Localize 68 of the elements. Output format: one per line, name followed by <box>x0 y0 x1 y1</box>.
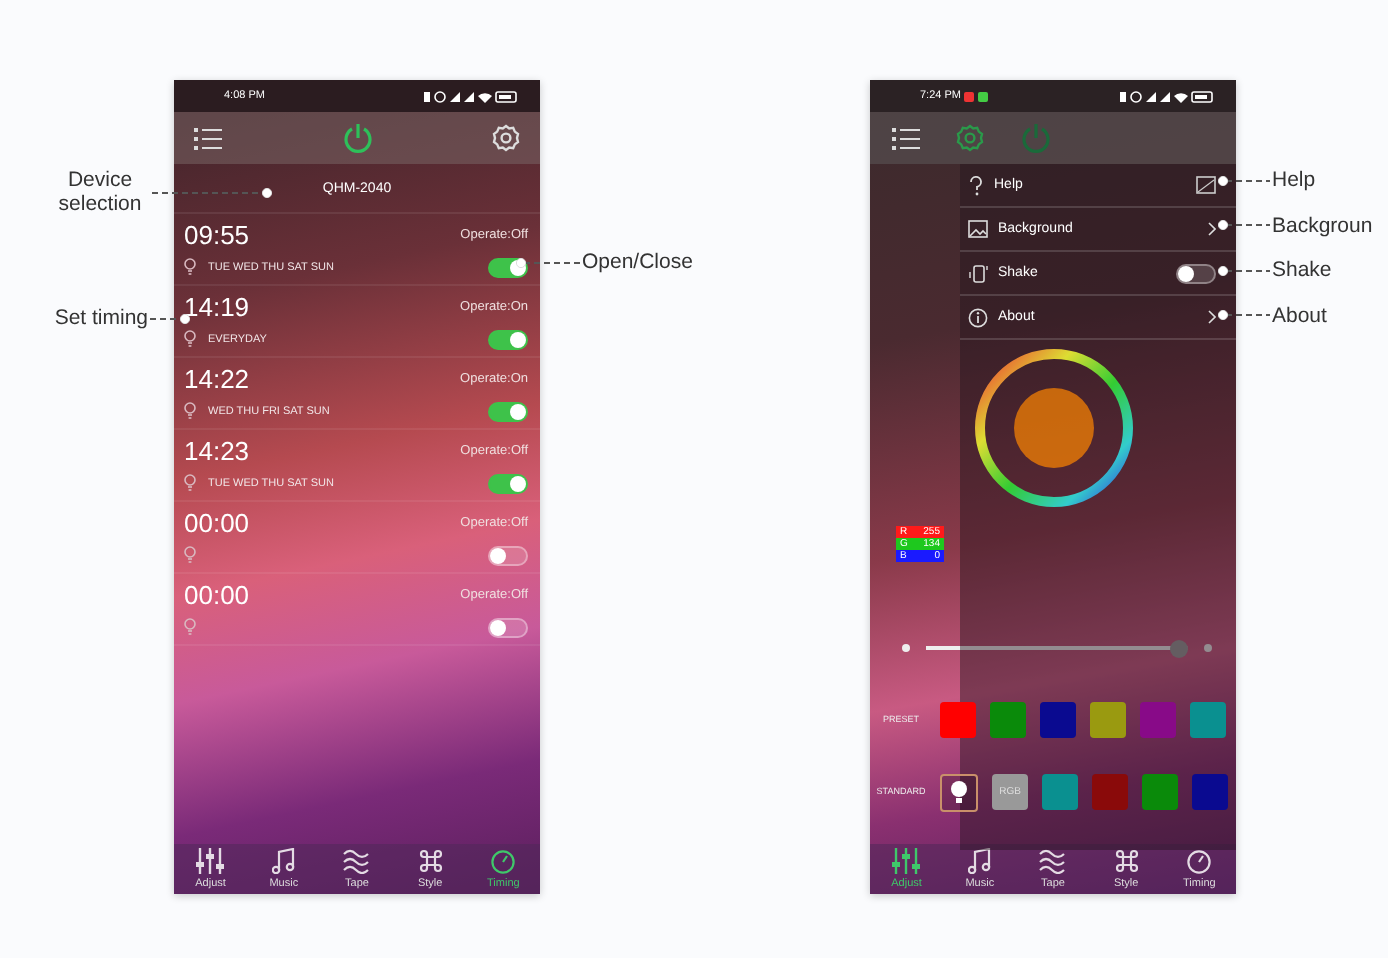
music-note-icon[interactable] <box>271 848 296 874</box>
timer-icon[interactable] <box>490 848 517 874</box>
sliders-icon[interactable] <box>892 848 921 874</box>
picture-icon <box>1196 176 1216 194</box>
color-swatch[interactable] <box>990 702 1026 738</box>
waves-icon[interactable] <box>1038 848 1067 874</box>
status-icons <box>1120 89 1216 103</box>
music-note-icon[interactable] <box>967 848 992 874</box>
leader-line <box>1218 310 1270 320</box>
leader-line <box>1218 175 1270 185</box>
timer-time: 09:55 <box>184 220 250 250</box>
annotation-label: Open/Close <box>582 250 693 274</box>
slider-thumb[interactable] <box>1170 639 1189 657</box>
annotation-label: About <box>1272 303 1327 327</box>
command-icon[interactable] <box>417 848 444 874</box>
timer-time: 14:23 <box>184 436 250 466</box>
power-icon[interactable] <box>341 122 373 154</box>
bulb-icon <box>184 546 196 564</box>
image-icon <box>968 220 988 238</box>
color-swatch[interactable] <box>1090 702 1126 738</box>
command-icon[interactable] <box>1113 848 1140 874</box>
info-icon <box>968 307 988 327</box>
color-swatch[interactable] <box>1040 702 1076 738</box>
color-swatch[interactable] <box>1042 774 1078 810</box>
toggle-switch[interactable] <box>488 329 528 349</box>
leader-line <box>1218 220 1270 230</box>
leader-line <box>1218 265 1270 275</box>
timer-time: 00:00 <box>184 508 250 538</box>
bulb-icon <box>184 474 196 492</box>
color-swatch[interactable] <box>940 702 976 738</box>
bulb-icon <box>184 618 196 636</box>
timer-time: 14:22 <box>184 364 250 394</box>
dim-icon <box>902 644 910 652</box>
bulb-icon <box>184 402 196 420</box>
bright-icon <box>1204 644 1212 652</box>
color-swatch[interactable] <box>1142 774 1178 810</box>
color-swatch[interactable] <box>1190 702 1226 738</box>
sliders-icon[interactable] <box>196 848 225 874</box>
annotation-label: Set timing <box>54 306 148 330</box>
help-icon <box>968 175 984 195</box>
timer-time: 00:00 <box>184 580 250 610</box>
waves-icon[interactable] <box>342 848 371 874</box>
color-wheel-drawing[interactable] <box>973 348 1133 508</box>
color-swatch[interactable] <box>1092 774 1128 810</box>
chevron-icon <box>1208 222 1216 236</box>
annotation-label: Help <box>1272 168 1316 192</box>
toggle-switch[interactable] <box>488 473 528 493</box>
chevron-icon <box>1208 310 1216 324</box>
color-swatch[interactable] <box>1140 702 1176 738</box>
annotation-label: Shake <box>1272 258 1332 282</box>
settings-icon[interactable] <box>956 124 984 152</box>
leader-line <box>150 313 190 323</box>
bulb-icon <box>950 780 968 804</box>
timer-time: 14:19 <box>184 292 250 322</box>
annotation-label: Device selection <box>56 168 144 216</box>
menu-icon[interactable] <box>892 127 920 149</box>
annotation-label: Backgroun <box>1272 213 1373 237</box>
light-bulb-button[interactable] <box>940 773 978 811</box>
bulb-icon <box>184 258 196 276</box>
leader-line <box>152 187 272 197</box>
toggle-switch[interactable] <box>488 401 528 421</box>
leader-line <box>516 257 580 267</box>
menu-icon[interactable] <box>194 127 222 149</box>
timer-icon[interactable] <box>1186 848 1213 874</box>
phone-shake-icon <box>968 263 988 283</box>
bulb-icon <box>184 330 196 348</box>
status-icons <box>424 89 520 103</box>
color-swatch[interactable] <box>1192 774 1228 810</box>
